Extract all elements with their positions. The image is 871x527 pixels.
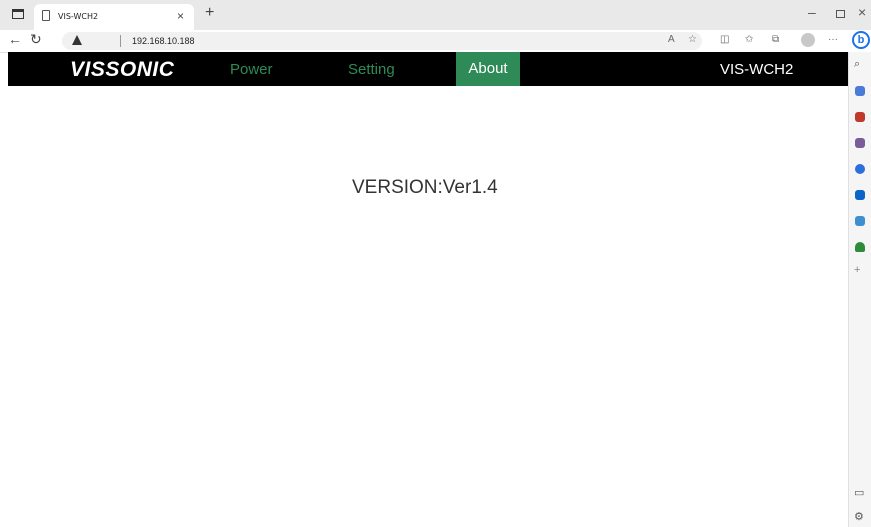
address-bar-row: ← ↻ 192.168.10.188 A ☆ ◫ ✩ ⧉ ··· b	[0, 30, 871, 53]
split-screen-icon[interactable]: ◫	[720, 34, 729, 45]
nav-about[interactable]: About	[456, 52, 520, 86]
bing-icon[interactable]: b	[852, 31, 870, 49]
nav-about-label: About	[468, 60, 508, 77]
address-bar[interactable]: 192.168.10.188	[62, 32, 702, 50]
sidebar-panel-icon[interactable]: ▭	[854, 486, 864, 499]
games-icon[interactable]	[855, 138, 865, 148]
maximize-button[interactable]	[836, 10, 845, 18]
browser-tab[interactable]: VIS-WCH2 ×	[34, 4, 194, 30]
more-icon[interactable]: ···	[828, 34, 838, 45]
collections-icon[interactable]: ⧉	[772, 34, 779, 45]
profile-icon[interactable]	[801, 33, 815, 47]
drop-icon[interactable]	[855, 216, 865, 226]
settings-icon[interactable]: ⚙	[854, 510, 864, 523]
not-secure-icon[interactable]	[72, 35, 82, 45]
outlook-icon[interactable]	[855, 190, 865, 200]
tools-icon[interactable]	[855, 112, 865, 122]
office-icon[interactable]	[855, 164, 865, 174]
version-text: VERSION:Ver1.4	[352, 177, 498, 198]
brand-logo: VISSONIC	[70, 58, 175, 81]
nav-power[interactable]: Power	[230, 61, 273, 78]
add-icon[interactable]: +	[854, 264, 860, 276]
site-nav-bar: VISSONIC Power Setting About VIS-WCH2	[8, 52, 848, 86]
favorites-icon[interactable]: ✩	[745, 34, 753, 45]
search-icon[interactable]: ⌕	[854, 58, 860, 71]
favorite-icon[interactable]: ☆	[688, 34, 697, 45]
edge-sidebar: ⌕ + ▭ ⚙	[848, 52, 871, 527]
new-tab-button[interactable]: +	[205, 4, 214, 22]
back-icon[interactable]: ←	[8, 31, 22, 47]
reload-icon[interactable]: ↻	[30, 31, 42, 48]
minimize-button[interactable]: –	[808, 4, 816, 20]
tree-icon[interactable]	[855, 242, 865, 252]
nav-setting[interactable]: Setting	[348, 61, 395, 78]
tab-actions-icon[interactable]	[12, 9, 24, 19]
tab-close-icon[interactable]: ×	[177, 9, 184, 23]
browser-titlebar: VIS-WCH2 × + – ×	[0, 0, 871, 30]
tab-title: VIS-WCH2	[58, 12, 99, 21]
close-window-button[interactable]: ×	[858, 4, 866, 20]
read-aloud-icon[interactable]: A	[668, 34, 675, 45]
url-text[interactable]: 192.168.10.188	[132, 36, 195, 46]
device-name: VIS-WCH2	[720, 61, 794, 78]
page-icon	[42, 10, 50, 21]
url-divider	[120, 35, 121, 47]
shopping-icon[interactable]	[855, 86, 865, 96]
